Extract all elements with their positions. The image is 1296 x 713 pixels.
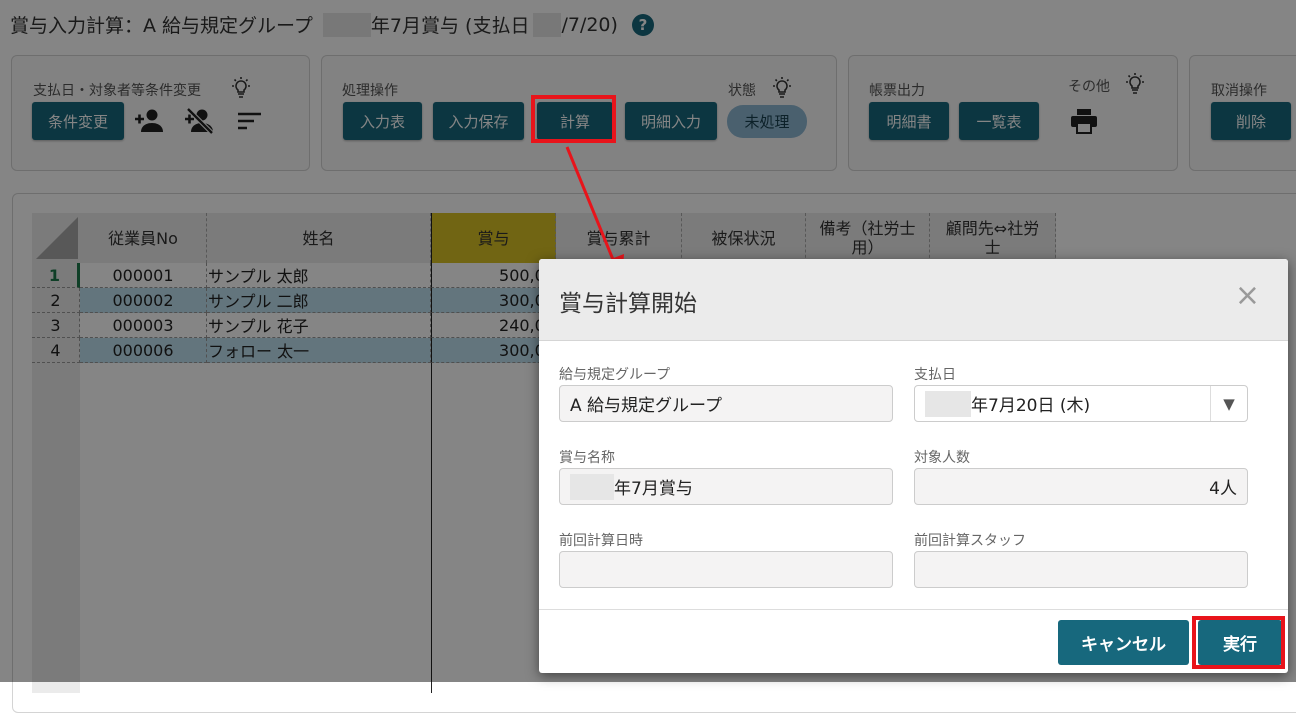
prev-calc-time-field [559, 551, 893, 588]
bonus-name-label: 賞与名称 [559, 450, 615, 466]
dialog-footer [539, 609, 1288, 610]
bonus-name-field[interactable]: 年7月賞与 [559, 468, 893, 505]
chevron-down-icon[interactable]: ▼ [1210, 386, 1247, 421]
prev-calc-staff-field [914, 551, 1248, 588]
payment-date-value: 年7月20日 (木) [971, 396, 1091, 416]
payment-date-select[interactable]: 年7月20日 (木) ▼ [914, 385, 1248, 422]
cancel-button[interactable]: キャンセル [1058, 620, 1189, 665]
target-count-value: 4人 [1209, 479, 1237, 499]
close-icon[interactable]: × [1235, 281, 1260, 311]
bonus-calc-dialog: 賞与計算開始 × 給与規定グループ A 給与規定グループ 支払日 年7月20日 … [539, 259, 1288, 673]
redacted-year [925, 390, 971, 417]
group-label: 給与規定グループ [559, 367, 671, 383]
group-field[interactable]: A 給与規定グループ [559, 385, 893, 422]
execute-button-highlight [1192, 616, 1285, 669]
target-count-field: 4人 [914, 468, 1248, 505]
bonus-name-value: 年7月賞与 [614, 479, 693, 499]
payment-date-label: 支払日 [914, 367, 956, 383]
target-count-label: 対象人数 [914, 450, 970, 466]
redacted-year [570, 473, 614, 500]
dialog-title: 賞与計算開始 [559, 291, 697, 317]
group-value: A 給与規定グループ [570, 396, 723, 416]
prev-calc-time-label: 前回計算日時 [559, 533, 643, 549]
dialog-header: 賞与計算開始 × [539, 259, 1288, 341]
prev-calc-staff-label: 前回計算スタッフ [914, 533, 1026, 549]
